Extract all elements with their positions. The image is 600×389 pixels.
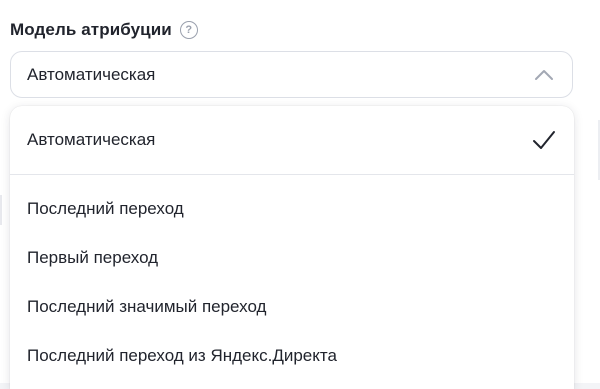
option-automatic[interactable]: Автоматическая bbox=[10, 106, 574, 174]
select-value: Автоматическая bbox=[27, 64, 156, 84]
option-last-click[interactable]: Последний переход bbox=[10, 190, 574, 228]
attribution-model-select[interactable]: Автоматическая bbox=[10, 51, 573, 98]
attribution-model-panel: Модель атрибуции ? Автоматическая Автома… bbox=[0, 0, 600, 389]
checkmark-icon bbox=[532, 129, 556, 151]
divider bbox=[10, 174, 574, 175]
option-label: Последний переход bbox=[27, 199, 184, 218]
option-first-click[interactable]: Первый переход bbox=[10, 239, 574, 277]
chevron-up-icon[interactable] bbox=[534, 65, 554, 85]
option-label: Первый переход bbox=[27, 248, 159, 267]
background-edge-right bbox=[586, 120, 600, 180]
field-label: Модель атрибуции ? bbox=[10, 20, 198, 40]
option-last-significant-click[interactable]: Последний значимый переход bbox=[10, 288, 574, 326]
dropdown-menu: Автоматическая Последний переход Первый … bbox=[10, 106, 574, 389]
option-last-yandex-direct-click[interactable]: Последний переход из Яндекс.Директа bbox=[10, 337, 574, 375]
option-label: Последний переход из Яндекс.Директа bbox=[27, 346, 337, 365]
option-label: Последний значимый переход bbox=[27, 297, 267, 316]
question-circle-icon[interactable]: ? bbox=[179, 21, 198, 39]
option-label: Автоматическая bbox=[27, 130, 156, 149]
field-label-text: Модель атрибуции bbox=[10, 20, 172, 39]
